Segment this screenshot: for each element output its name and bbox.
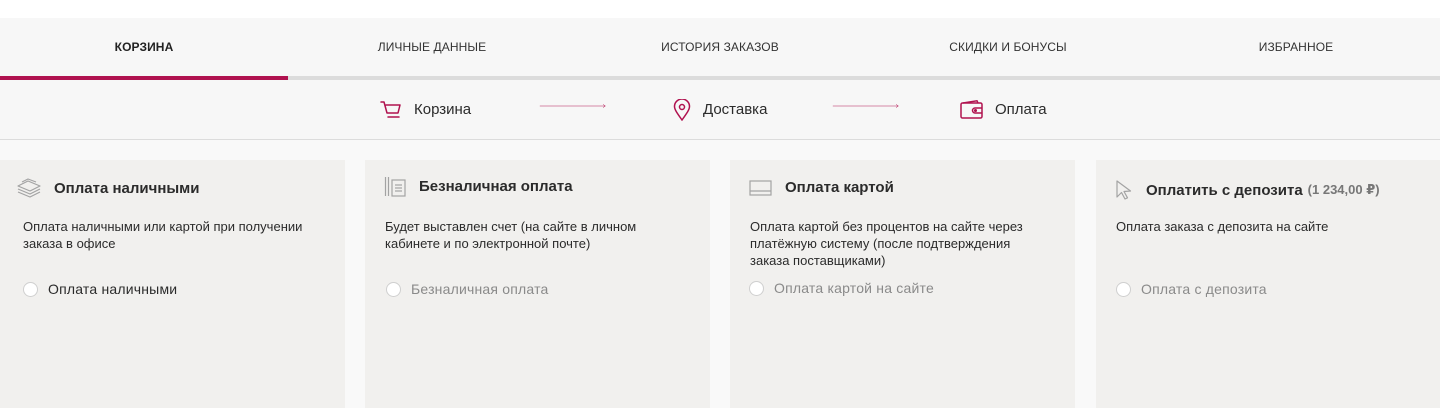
- radio-label: Оплата с депозита: [1141, 281, 1267, 297]
- card-header: Безналичная оплата: [384, 176, 573, 197]
- radio-circle[interactable]: [1116, 281, 1131, 297]
- payment-card-cashless[interactable]: Безналичная оплата Будет выставлен счет …: [365, 160, 710, 408]
- cash-stack-icon: [17, 178, 41, 198]
- card-title: Оплата наличными: [54, 179, 200, 197]
- card-title: Оплата картой: [785, 179, 894, 196]
- wallet-icon: [960, 100, 983, 119]
- radio-cash[interactable]: Оплата наличными: [23, 281, 177, 297]
- tab-cart[interactable]: КОРЗИНА: [0, 18, 288, 76]
- payment-card-card[interactable]: Оплата картой Оплата картой без проценто…: [730, 160, 1075, 408]
- radio-circle[interactable]: [386, 281, 401, 297]
- card-description: Будет выставлен счет (на сайте в личном …: [385, 219, 637, 251]
- card-description: Оплата заказа с депозита на сайте: [1116, 219, 1329, 234]
- radio-card[interactable]: Оплата картой на сайте: [749, 280, 934, 296]
- card-icon: [749, 179, 772, 196]
- account-tabs: КОРЗИНА ЛИЧНЫЕ ДАННЫЕ ИСТОРИЯ ЗАКАЗОВ СК…: [0, 18, 1440, 80]
- step-delivery-label: Доставка: [703, 101, 768, 118]
- card-header: Оплатить с депозита (1 234,00 ₽): [1116, 180, 1380, 200]
- card-description: Оплата картой без процентов на сайте чер…: [750, 219, 1023, 268]
- cursor-pointer-icon: [1116, 180, 1132, 200]
- invoice-icon: [384, 177, 406, 197]
- step-payment-label: Оплата: [995, 101, 1047, 118]
- radio-circle[interactable]: [749, 280, 764, 296]
- location-pin-icon: [673, 98, 691, 121]
- radio-deposit[interactable]: Оплата с депозита: [1116, 281, 1267, 297]
- step-arrow: [539, 104, 606, 108]
- payment-options: Оплата наличными Оплата наличными или ка…: [0, 140, 1440, 408]
- payment-card-deposit[interactable]: Оплатить с депозита (1 234,00 ₽) Оплата …: [1096, 160, 1440, 408]
- step-arrow: [832, 104, 899, 108]
- payment-card-cash[interactable]: Оплата наличными Оплата наличными или ка…: [0, 160, 345, 408]
- radio-cashless[interactable]: Безналичная оплата: [386, 281, 549, 297]
- radio-label: Оплата наличными: [48, 281, 178, 297]
- cart-icon: [380, 100, 401, 118]
- tab-discounts-bonuses[interactable]: СКИДКИ И БОНУСЫ: [864, 18, 1152, 76]
- tab-personal-data[interactable]: ЛИЧНЫЕ ДАННЫЕ: [288, 18, 576, 76]
- tab-order-history[interactable]: ИСТОРИЯ ЗАКАЗОВ: [576, 18, 864, 76]
- step-payment: Оплата: [960, 80, 1047, 139]
- card-title: Безналичная оплата: [419, 178, 573, 195]
- card-description: Оплата наличными или картой при получени…: [23, 219, 303, 251]
- tab-favorites[interactable]: ИЗБРАННОЕ: [1152, 18, 1440, 76]
- card-header: Оплата наличными: [17, 178, 200, 198]
- step-cart: Корзина: [380, 80, 471, 139]
- radio-label: Оплата картой на сайте: [774, 280, 934, 296]
- step-delivery: Доставка: [673, 80, 767, 139]
- card-header: Оплата картой: [749, 179, 894, 196]
- deposit-balance: (1 234,00 ₽): [1307, 182, 1380, 197]
- card-title: Оплатить с депозита: [1146, 181, 1303, 199]
- radio-label: Безналичная оплата: [411, 281, 549, 297]
- radio-circle[interactable]: [23, 281, 38, 297]
- step-cart-label: Корзина: [414, 101, 472, 118]
- checkout-steps: Корзина Доставка Оплата: [0, 80, 1440, 140]
